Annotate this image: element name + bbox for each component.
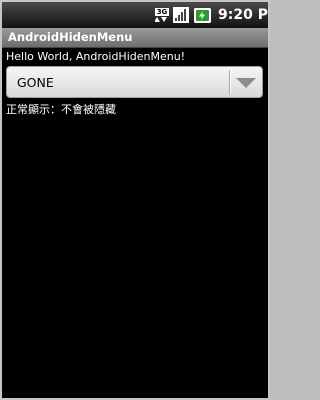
spinner-divider-highlight bbox=[230, 70, 231, 94]
network-type-label: 3G bbox=[155, 8, 169, 16]
device-frame: 3G 9:20 PM AndroidHidenMenu bbox=[0, 0, 270, 400]
status-clock: 9:20 PM bbox=[218, 7, 268, 23]
signal-strength-icon bbox=[173, 7, 189, 23]
battery-charging-icon bbox=[194, 8, 211, 23]
spinner-selected-value: GONE bbox=[17, 75, 54, 90]
dropdown-arrow-icon[interactable] bbox=[236, 78, 256, 88]
data-arrows-icon bbox=[155, 17, 167, 22]
screen: 3G 9:20 PM AndroidHidenMenu bbox=[2, 2, 268, 398]
visibility-spinner[interactable]: GONE bbox=[6, 66, 263, 98]
status-bar: 3G 9:20 PM bbox=[2, 2, 268, 28]
3g-data-icon: 3G bbox=[155, 8, 169, 22]
visibility-status-text: 正常顯示：不會被隱藏 bbox=[6, 103, 116, 116]
title-bar: AndroidHidenMenu bbox=[2, 28, 268, 48]
hello-text: Hello World, AndroidHidenMenu! bbox=[6, 50, 186, 63]
app-title: AndroidHidenMenu bbox=[8, 30, 133, 44]
